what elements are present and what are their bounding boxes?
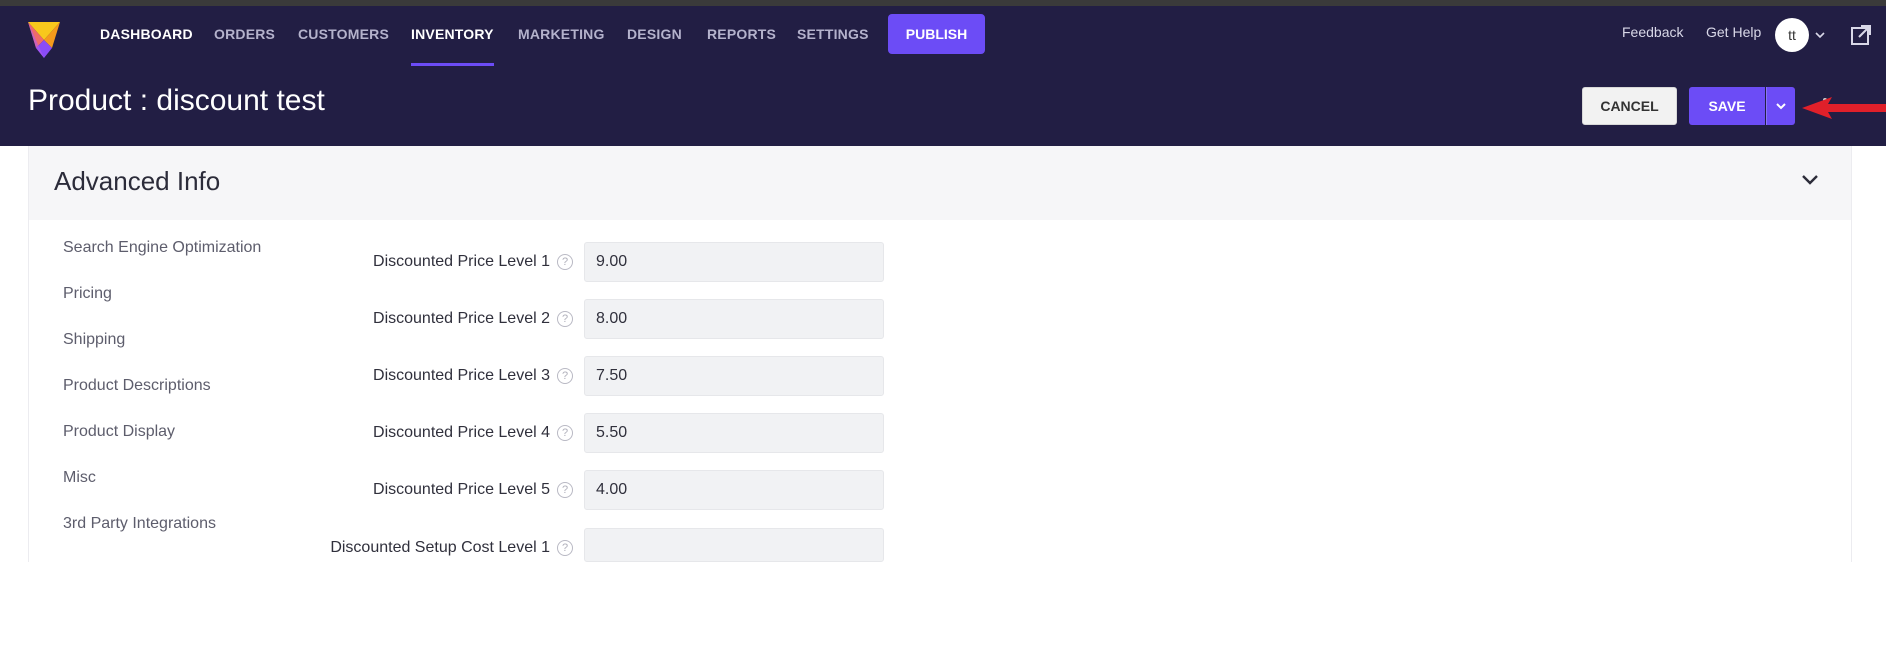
red-arrow-icon (1802, 97, 1886, 119)
help-circle-icon[interactable]: ? (557, 540, 573, 556)
nav-orders[interactable]: ORDERS (214, 6, 275, 66)
chevron-down-icon (1776, 103, 1786, 110)
discounted-price-level-3-input[interactable] (584, 356, 884, 396)
field-row: Discounted Price Level 2 (329, 299, 550, 339)
app-window: DASHBOARD ORDERS CUSTOMERS INVENTORY MAR… (0, 0, 1886, 648)
external-link-icon[interactable] (1850, 24, 1872, 46)
get-help-link[interactable]: Get Help (1706, 24, 1761, 40)
help-circle-icon[interactable]: ? (557, 254, 573, 270)
field-label: Discounted Price Level 1 (373, 253, 550, 270)
field-row: Discounted Price Level 1 (329, 242, 550, 282)
discounted-price-level-5-input[interactable] (584, 470, 884, 510)
field-label: Discounted Setup Cost Level 1 (330, 539, 550, 556)
advanced-info-panel: Advanced Info Search Engine Optimization… (28, 146, 1852, 562)
panel-header[interactable]: Advanced Info (29, 146, 1851, 220)
nav-reports[interactable]: REPORTS (707, 6, 776, 66)
publish-button[interactable]: PUBLISH (888, 14, 985, 54)
feedback-link[interactable]: Feedback (1622, 24, 1683, 40)
nav-marketing[interactable]: MARKETING (518, 6, 605, 66)
sidebar-item-3rd-party[interactable]: 3rd Party Integrations (63, 515, 216, 533)
cancel-button[interactable]: CANCEL (1582, 87, 1677, 125)
field-row: Discounted Price Level 4 (329, 413, 550, 453)
field-row: Discounted Price Level 3 (329, 356, 550, 396)
sidebar-item-shipping[interactable]: Shipping (63, 331, 125, 349)
sidebar-item-seo[interactable]: Search Engine Optimization (63, 239, 261, 257)
avatar[interactable]: tt (1775, 18, 1809, 52)
chevron-down-icon[interactable] (1813, 28, 1827, 42)
nav-dashboard[interactable]: DASHBOARD (100, 6, 193, 66)
sidebar-item-product-display[interactable]: Product Display (63, 423, 175, 441)
help-circle-icon[interactable]: ? (557, 368, 573, 384)
discounted-price-level-1-input[interactable] (584, 242, 884, 282)
nav-settings[interactable]: SETTINGS (797, 6, 869, 66)
chevron-down-icon[interactable] (1800, 172, 1820, 188)
field-row: Discounted Price Level 5 (329, 470, 550, 510)
field-label: Discounted Price Level 5 (373, 481, 550, 498)
sidebar-item-product-descriptions[interactable]: Product Descriptions (63, 377, 211, 395)
sidebar-item-misc[interactable]: Misc (63, 469, 96, 487)
field-label: Discounted Price Level 2 (373, 310, 550, 327)
panel-title: Advanced Info (54, 166, 221, 196)
save-options-button[interactable] (1766, 87, 1795, 125)
page-title: Product : discount test (28, 84, 325, 117)
discounted-setup-cost-level-1-input[interactable] (584, 528, 884, 562)
nav-customers[interactable]: CUSTOMERS (298, 6, 389, 66)
nav-design[interactable]: DESIGN (627, 6, 682, 66)
discounted-price-level-4-input[interactable] (584, 413, 884, 453)
field-label: Discounted Price Level 4 (373, 424, 550, 441)
save-button[interactable]: SAVE (1689, 87, 1765, 125)
nav-inventory[interactable]: INVENTORY (411, 6, 494, 66)
logo-icon[interactable] (26, 18, 62, 60)
help-circle-icon[interactable]: ? (557, 482, 573, 498)
field-label: Discounted Price Level 3 (373, 367, 550, 384)
sidebar-item-pricing[interactable]: Pricing (63, 285, 112, 303)
field-row: Discounted Setup Cost Level 1 (329, 527, 550, 567)
help-circle-icon[interactable]: ? (557, 425, 573, 441)
help-circle-icon[interactable]: ? (557, 311, 573, 327)
discounted-price-level-2-input[interactable] (584, 299, 884, 339)
